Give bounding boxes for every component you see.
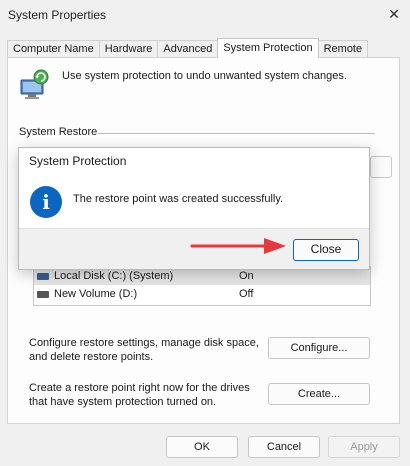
configure-description: Configure restore settings, manage disk … bbox=[29, 337, 259, 363]
intro-text: Use system protection to undo unwanted s… bbox=[62, 70, 347, 82]
apply-button[interactable]: Apply bbox=[328, 436, 400, 458]
ok-button[interactable]: OK bbox=[166, 436, 238, 458]
tab-advanced[interactable]: Advanced bbox=[157, 40, 219, 58]
close-button[interactable]: Close bbox=[293, 239, 359, 261]
info-icon: i bbox=[30, 186, 62, 218]
drive-name: Local Disk (C:) (System) bbox=[54, 270, 174, 282]
dialog-title: System Protection bbox=[29, 154, 127, 168]
drive-protection-status: Off bbox=[239, 288, 254, 300]
configure-button[interactable]: Configure... bbox=[268, 337, 370, 359]
create-description: Create a restore point right now for the… bbox=[29, 382, 250, 408]
system-restore-button[interactable] bbox=[370, 156, 392, 178]
red-arrow-annotation bbox=[190, 238, 286, 254]
title-bar: System Properties ✕ bbox=[0, 0, 410, 32]
drive-row-c[interactable]: Local Disk (C:) (System) On bbox=[34, 269, 370, 285]
system-restore-label: System Restore bbox=[19, 126, 98, 138]
close-window-icon[interactable]: ✕ bbox=[386, 6, 402, 22]
drive-row-d[interactable]: New Volume (D:) Off bbox=[34, 287, 370, 303]
tab-system-protection[interactable]: System Protection bbox=[217, 38, 319, 58]
section-divider bbox=[98, 133, 375, 134]
tab-remote[interactable]: Remote bbox=[317, 40, 369, 58]
tab-strip: Computer Name Hardware Advanced System P… bbox=[7, 38, 369, 58]
drive-name: New Volume (D:) bbox=[54, 288, 138, 300]
dialog-message: The restore point was created successful… bbox=[73, 193, 284, 205]
tab-computer-name[interactable]: Computer Name bbox=[7, 40, 100, 58]
drive-icon bbox=[37, 291, 49, 298]
dialog-footer: OK Cancel Apply bbox=[0, 436, 410, 460]
system-drive-icon bbox=[37, 273, 49, 280]
cancel-button[interactable]: Cancel bbox=[248, 436, 320, 458]
drive-protection-status: On bbox=[239, 270, 254, 282]
system-protection-icon bbox=[19, 68, 49, 100]
window-title: System Properties bbox=[8, 8, 107, 22]
create-button[interactable]: Create... bbox=[268, 383, 370, 405]
tab-hardware[interactable]: Hardware bbox=[98, 40, 159, 58]
drive-list[interactable]: Local Disk (C:) (System) On New Volume (… bbox=[33, 266, 371, 306]
